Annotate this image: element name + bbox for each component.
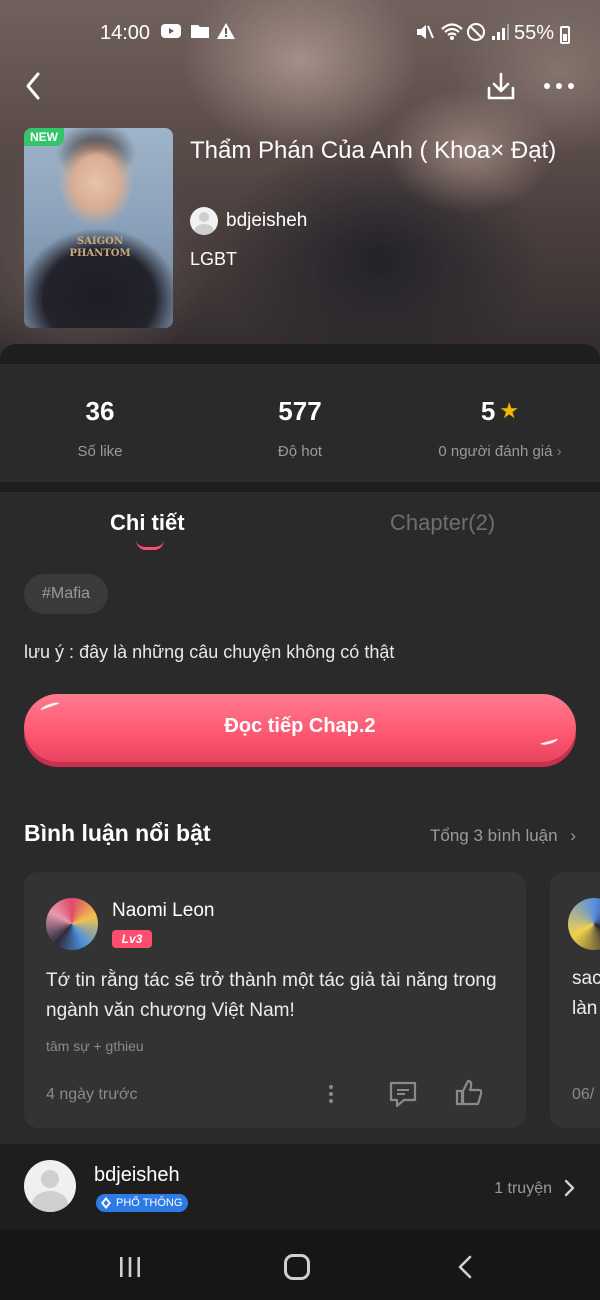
gem-icon <box>101 1197 111 1209</box>
tag-chip[interactable]: #Mafia <box>24 574 109 614</box>
system-navigation-bar <box>0 1230 600 1300</box>
chevron-left-icon <box>458 1255 472 1279</box>
avatar[interactable] <box>568 898 600 950</box>
warning-icon <box>216 22 236 45</box>
dnd-icon <box>466 22 486 47</box>
comment-text: Tớ tin rằng tác sẽ trở thành một tác giả… <box>46 970 497 1021</box>
tab-chapter[interactable]: Chapter(2) <box>390 510 495 536</box>
chevron-right-icon: › <box>570 826 576 845</box>
recent-apps-button[interactable] <box>118 1256 142 1278</box>
back-button[interactable] <box>20 66 50 106</box>
level-badge: Lv3 <box>112 930 152 948</box>
more-vertical-icon <box>329 1085 333 1103</box>
reply-icon <box>389 1081 417 1108</box>
comment-chapter-ref: tâm sự + gthieu <box>46 1038 144 1054</box>
continue-reading-button[interactable]: Đọc tiếp Chap.2 <box>24 694 576 762</box>
tabs-area: Chi tiết Chapter(2) #Mafia lưu ý : đây l… <box>0 492 600 1244</box>
story-count[interactable]: 1 truyện <box>494 1180 552 1198</box>
stat-hot: 577 Độ hot <box>277 396 323 460</box>
status-time: 14:00 <box>100 22 151 44</box>
youtube-icon <box>160 22 182 45</box>
comment-text: sac <box>572 968 600 989</box>
comment-time: 4 ngày trước <box>46 1086 138 1103</box>
comments-title: Bình luận nổi bật <box>24 820 211 846</box>
story-genre[interactable]: LGBT <box>190 249 237 270</box>
author-name[interactable]: bdjeisheh <box>94 1164 180 1187</box>
story-cover[interactable]: NEW SAIGON PHANTOM <box>24 128 173 328</box>
author-section[interactable]: bdjeisheh PHỔ THÔNG 1 truyện <box>0 1144 600 1234</box>
chevron-right-icon: › <box>556 443 562 460</box>
story-title: Thẩm Phán Của Anh ( Khoa× Đạt) <box>190 137 557 164</box>
stats-bar: 36 Số like 577 Độ hot 5 ★ 0 người đánh gi… <box>0 364 600 482</box>
tab-detail[interactable]: Chi tiết <box>110 510 185 536</box>
shine-decoration <box>39 700 61 714</box>
wifi-icon <box>440 22 464 47</box>
more-options-button[interactable] <box>542 74 576 98</box>
stat-rating[interactable]: 5 ★ 0 người đánh giá › <box>400 396 600 460</box>
shine-decoration <box>539 735 559 747</box>
stat-likes: 36 Số like <box>77 396 123 460</box>
download-icon <box>487 72 515 100</box>
avatar <box>190 207 218 235</box>
top-navigation <box>0 66 600 110</box>
chevron-right-icon[interactable] <box>562 1178 576 1198</box>
recent-apps-icon <box>120 1257 140 1277</box>
comment-card[interactable]: sac làn 06/ <box>550 872 600 1128</box>
download-button[interactable] <box>486 70 516 104</box>
comment-card[interactable]: Naomi Leon Lv3 Tớ tin rằng tác sẽ trở th… <box>24 872 526 1128</box>
content-sheet: 36 Số like 577 Độ hot 5 ★ 0 người đánh gi… <box>0 344 600 1244</box>
battery-icon <box>560 26 570 44</box>
signal-icon <box>490 22 510 47</box>
story-author[interactable]: bdjeisheh <box>190 206 307 236</box>
more-horizontal-icon <box>544 83 574 89</box>
tab-active-indicator <box>136 540 164 550</box>
cover-jersey-text: SAIGON PHANTOM <box>69 236 131 259</box>
status-bar: 14:00 55% <box>0 18 600 52</box>
mute-icon <box>414 22 434 47</box>
new-badge: NEW <box>24 128 64 146</box>
home-button[interactable] <box>284 1254 310 1280</box>
comment-more-button[interactable] <box>324 1082 338 1106</box>
rank-badge: PHỔ THÔNG <box>96 1194 189 1212</box>
avatar[interactable] <box>46 898 98 950</box>
comment-text: làn <box>572 998 598 1019</box>
commenter-name[interactable]: Naomi Leon <box>112 900 214 922</box>
author-name: bdjeisheh <box>226 210 308 231</box>
star-icon: ★ <box>499 398 520 423</box>
system-back-button[interactable] <box>456 1254 474 1280</box>
thumbs-up-icon <box>455 1079 483 1106</box>
reply-button[interactable] <box>388 1080 418 1108</box>
battery-level: 55% <box>513 22 554 44</box>
story-description: lưu ý : đây là những câu chuyện không có… <box>24 642 395 662</box>
avatar[interactable] <box>24 1160 76 1212</box>
comments-total-link[interactable]: Tổng 3 bình luận › <box>430 826 576 846</box>
folder-icon <box>190 22 210 45</box>
chevron-left-icon <box>26 72 40 100</box>
comment-time: 06/ <box>572 1086 595 1103</box>
like-button[interactable] <box>454 1078 484 1108</box>
